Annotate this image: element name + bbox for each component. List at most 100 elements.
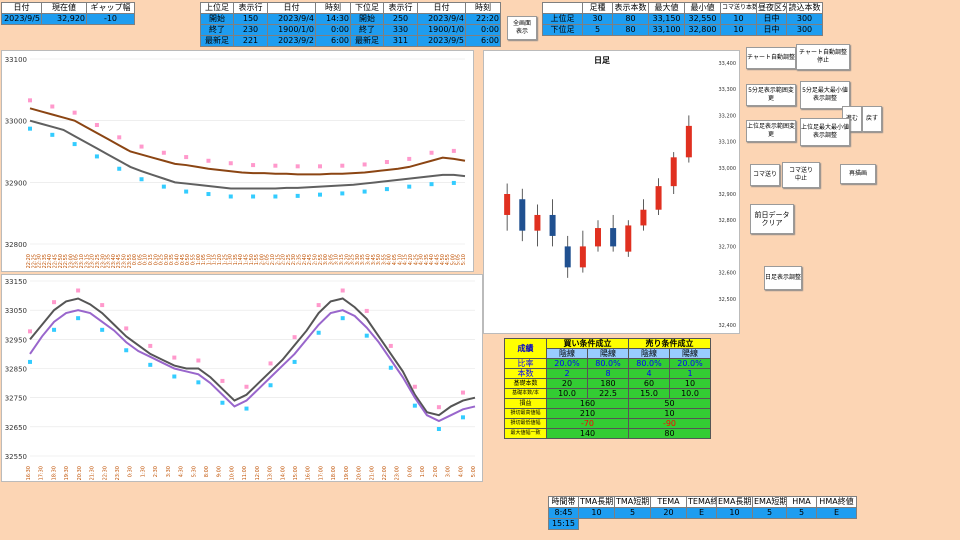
x-tick-label: 19:30	[64, 466, 70, 480]
l-date[interactable]: 1900/1/0	[417, 24, 466, 36]
u-row[interactable]: 221	[233, 35, 268, 47]
upper-display-adjust-button[interactable]: 上位足表示範囲変更	[746, 120, 796, 142]
cell[interactable]: 10	[578, 507, 615, 519]
series-marker	[50, 104, 55, 109]
display-adjust-button[interactable]: 日足表示調整	[764, 266, 802, 290]
min[interactable]: 32,550	[684, 13, 721, 25]
stats-table: 成績 買い条件成立 売り条件成立 陰線 陽線 陰線 陽線 比率 20.0% 80…	[504, 338, 711, 439]
header-date: 日付	[1, 2, 42, 14]
cell: 1	[669, 368, 711, 379]
load[interactable]: 300	[786, 13, 823, 25]
u-date[interactable]: 1900/1/0	[267, 24, 316, 36]
cell[interactable]: 8:45	[548, 507, 579, 519]
l-date[interactable]: 2023/9/5	[417, 35, 466, 47]
table-row: 本数 2 8 4 1	[504, 368, 711, 379]
frame-forward-button[interactable]: コマ送り	[750, 164, 780, 186]
u-row[interactable]: 150	[233, 13, 268, 25]
candle-body	[504, 194, 511, 215]
cell[interactable]: 20	[650, 507, 687, 519]
candle-body	[519, 199, 526, 231]
y-tick-label: 32,600	[719, 271, 737, 277]
kind[interactable]: 30	[582, 13, 613, 25]
l-date[interactable]: 2023/9/4	[417, 13, 466, 25]
current-date[interactable]: 2023/9/5	[1, 13, 42, 25]
l-row[interactable]: 250	[383, 13, 418, 25]
x-tick-label: 1:30	[140, 466, 146, 477]
u-date[interactable]: 2023/9/2	[267, 35, 316, 47]
series-marker	[251, 163, 256, 168]
series-marker	[412, 384, 417, 389]
x-tick-label: 1:00	[420, 466, 426, 477]
x-tick-label: 22:00	[382, 466, 388, 480]
y-tick-label: 32800	[5, 241, 27, 249]
l-time[interactable]: 0:00	[465, 24, 501, 36]
l-time[interactable]: 6:00	[465, 35, 501, 47]
l-row[interactable]: 311	[383, 35, 418, 47]
min5-display-adjust-button[interactable]: 5分足表示範囲変更	[746, 84, 796, 106]
table-row: 開始 150 2023/9/4 14:30 開始 250 2023/9/4 22…	[200, 13, 501, 25]
prev-day-clear-button[interactable]: 前日データ クリア	[750, 204, 794, 234]
max[interactable]: 33,150	[648, 13, 685, 25]
upper-chart-panel[interactable]: 33100 33000 32900 32800 22:20 22:25 22:30 22:35…	[1, 50, 474, 272]
series-marker	[220, 378, 225, 383]
daily-chart-title: 日足	[594, 56, 611, 65]
upper-max-min-button[interactable]: 上位足最大最小値 表示調整	[800, 118, 850, 146]
full-screen-button[interactable]: 全画面 表示	[507, 16, 537, 40]
series-marker	[429, 182, 434, 187]
series-marker	[412, 403, 417, 408]
chart-auto-adjust-button[interactable]: チャート自動調整	[746, 47, 796, 69]
u-row[interactable]: 230	[233, 24, 268, 36]
min5-max-min-button[interactable]: 5分足最大最小値 表示調整	[800, 81, 850, 109]
l-time[interactable]: 22:20	[465, 13, 501, 25]
session[interactable]: 日中	[756, 24, 787, 36]
cell[interactable]: 5	[752, 507, 787, 519]
series-marker	[196, 358, 201, 363]
series-marker	[161, 150, 166, 155]
redraw-button[interactable]: 再描画	[840, 164, 876, 184]
lower-chart-panel[interactable]: 33150 33050 32950 32850 32750 32650 32550 16:30…	[1, 274, 483, 482]
u-time[interactable]: 14:30	[315, 13, 351, 25]
series-marker	[94, 123, 99, 127]
gap-width[interactable]: -10	[86, 13, 135, 25]
cell[interactable]: 5	[786, 507, 817, 519]
series-marker	[184, 189, 189, 194]
frame-forward-stop-button[interactable]: コマ送り 中止	[782, 162, 820, 188]
step[interactable]: 10	[720, 24, 757, 36]
row-label: 下位足	[542, 24, 583, 36]
indicator-table: 時間帯 TMA長期 TMA短期 TEMA TEMA終 EMA長期 EMA短期 H…	[548, 496, 857, 530]
current-price[interactable]: 32,920	[41, 13, 87, 25]
kind[interactable]: 5	[582, 24, 613, 36]
cell[interactable]: 5	[614, 507, 651, 519]
cell[interactable]: 15:15	[548, 518, 579, 530]
l-row[interactable]: 330	[383, 24, 418, 36]
step[interactable]: 10	[720, 13, 757, 25]
max[interactable]: 33,100	[648, 24, 685, 36]
daily-chart-panel[interactable]: 33,400 33,300 33,200 33,100 33,000 32,900 32,8…	[483, 50, 740, 334]
cell: 10.0	[546, 388, 588, 399]
series-marker	[244, 384, 249, 389]
btn-line: コマ送り	[788, 167, 813, 174]
sub-bull: 陽線	[587, 348, 629, 359]
cell: -70	[546, 418, 629, 429]
y-tick-label: 33000	[5, 118, 27, 126]
series-marker	[76, 288, 81, 293]
cell[interactable]: E	[816, 507, 857, 519]
count[interactable]: 80	[612, 24, 649, 36]
count[interactable]: 80	[612, 13, 649, 25]
row-label: 損切最低値幅	[504, 418, 547, 429]
min[interactable]: 32,800	[684, 24, 721, 36]
h-hma: HMA	[786, 496, 817, 508]
row-label: 上位足	[542, 13, 583, 25]
candle-body	[579, 246, 586, 268]
u-time[interactable]: 0:00	[315, 24, 351, 36]
cell[interactable]: 10	[716, 507, 753, 519]
y-tick-label: 32550	[5, 453, 27, 461]
chart-auto-adjust-stop-button[interactable]: チャート自動調整 停止	[796, 44, 850, 70]
cell[interactable]: E	[686, 507, 717, 519]
session[interactable]: 日中	[756, 13, 787, 25]
u-date[interactable]: 2023/9/4	[267, 13, 316, 25]
row-label: 基礎本数	[504, 378, 547, 389]
u-time[interactable]: 6:00	[315, 35, 351, 47]
back-button[interactable]: 戻す	[862, 106, 882, 132]
load[interactable]: 300	[786, 24, 823, 36]
